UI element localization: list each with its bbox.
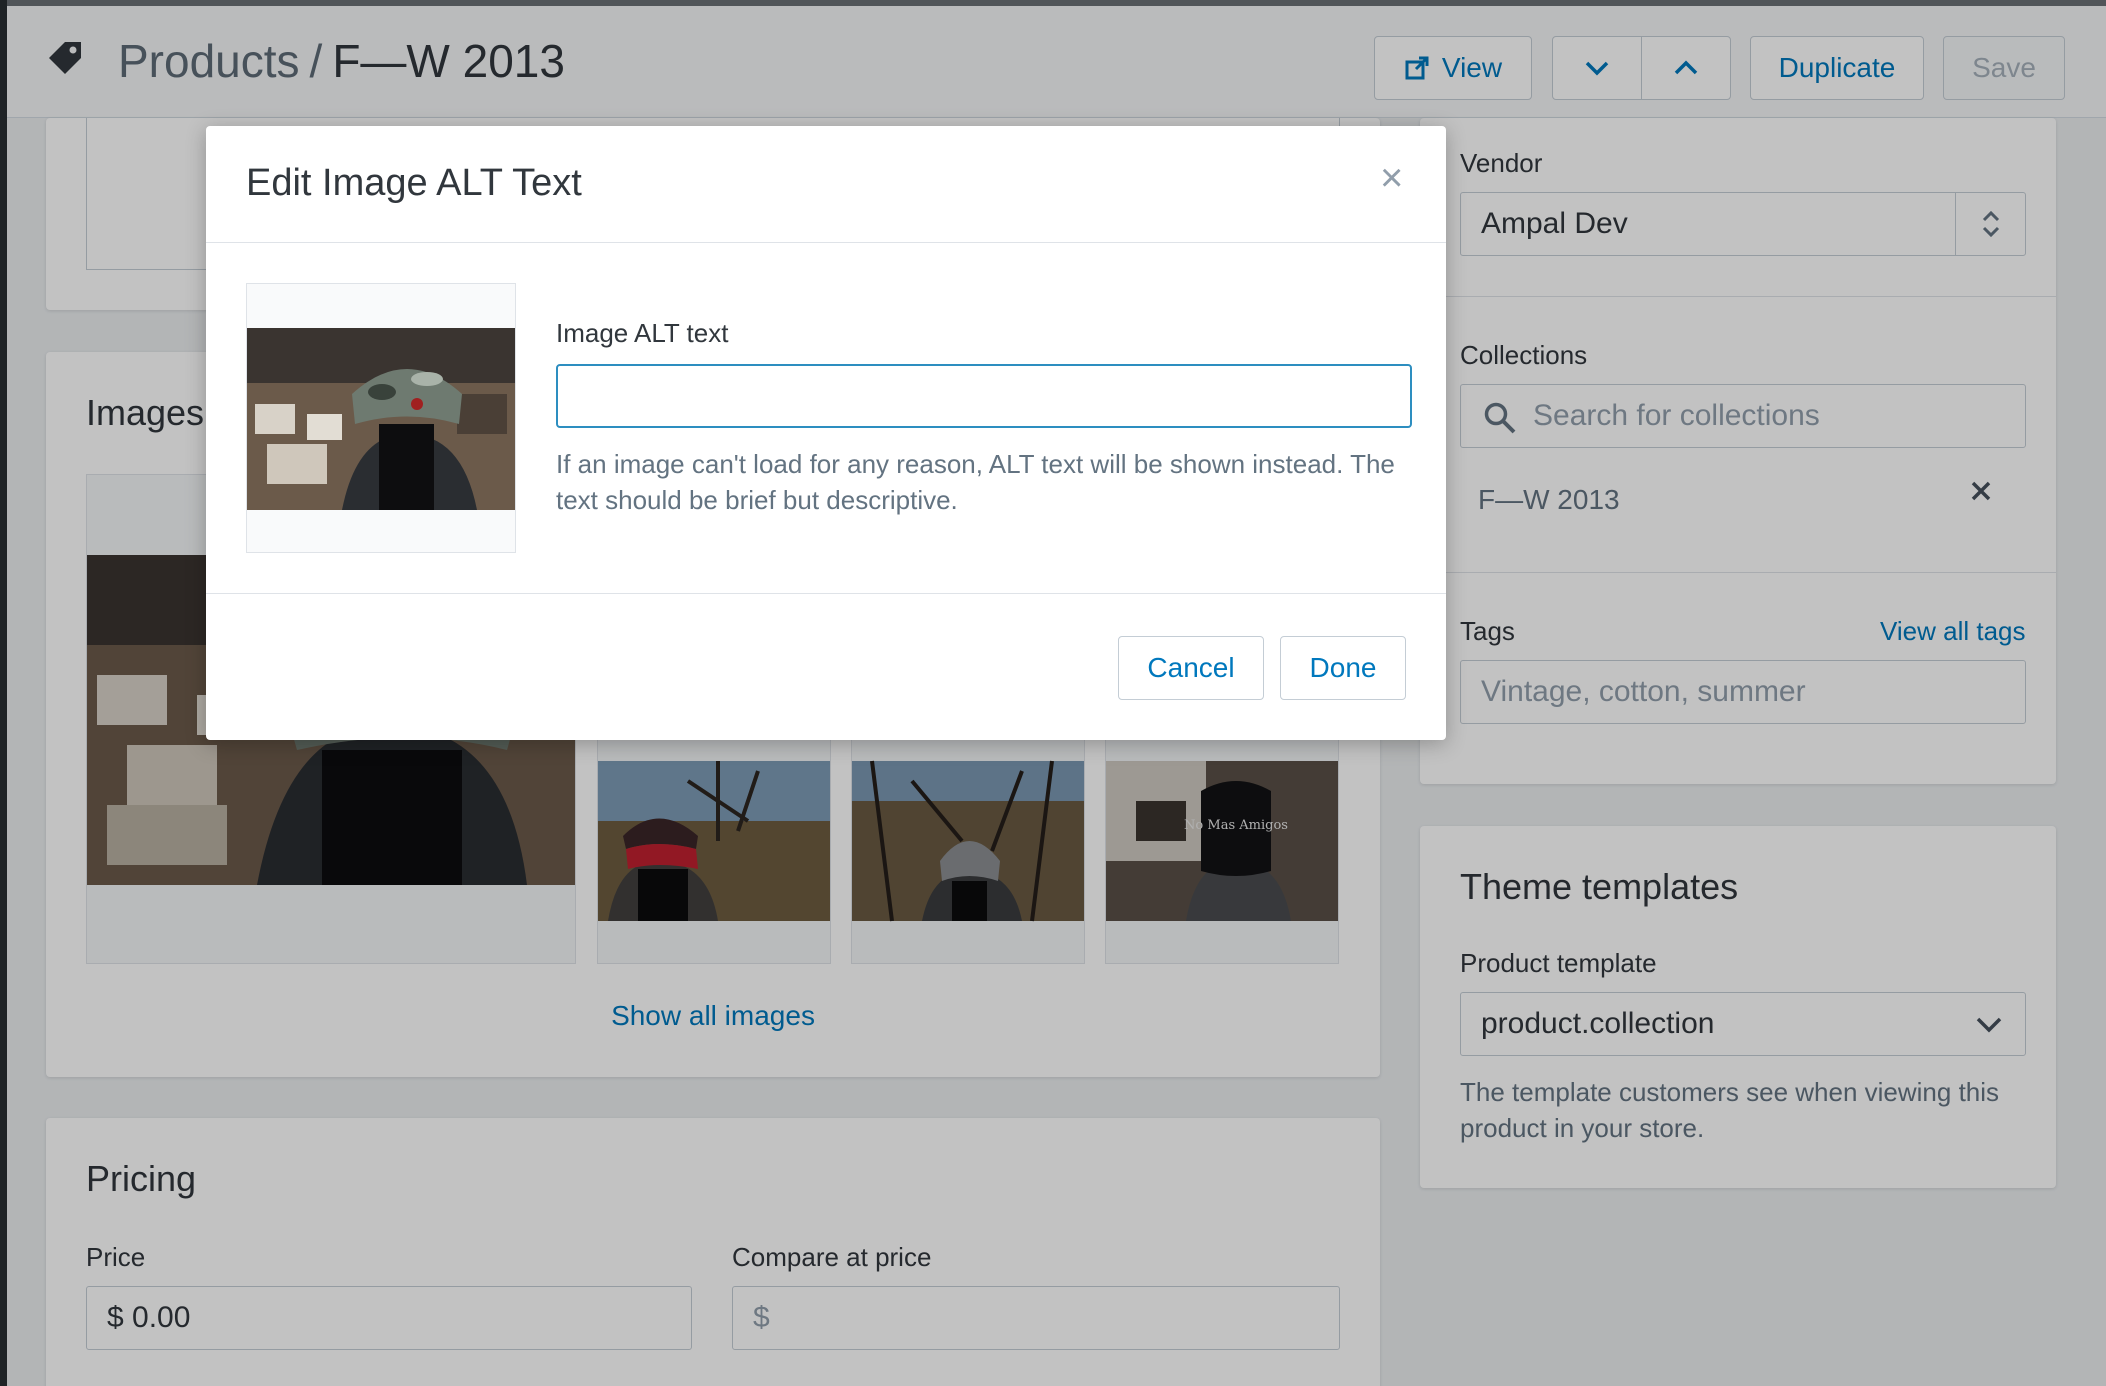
edit-alt-text-modal: Edit Image ALT Text × Image ALT text If … xyxy=(206,126,1446,740)
alt-text-label: Image ALT text xyxy=(556,318,729,348)
modal-title: Edit Image ALT Text xyxy=(246,162,582,204)
close-icon[interactable]: × xyxy=(1380,156,1403,201)
done-button[interactable]: Done xyxy=(1280,636,1406,700)
image-preview xyxy=(246,283,516,553)
alt-text-help: If an image can't load for any reason, A… xyxy=(556,449,1395,515)
alt-text-input[interactable] xyxy=(556,364,1412,428)
modal-header: Edit Image ALT Text × xyxy=(206,126,1446,243)
cancel-button[interactable]: Cancel xyxy=(1118,636,1264,700)
modal-footer-divider xyxy=(206,593,1446,594)
